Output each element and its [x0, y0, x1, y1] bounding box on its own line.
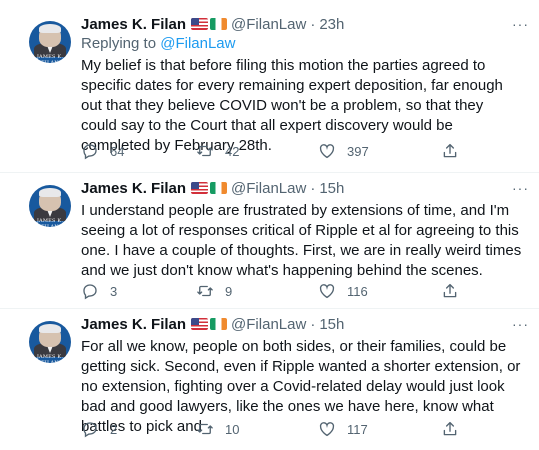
like-count: 397	[347, 143, 369, 159]
replying-to-label: Replying to	[81, 35, 161, 52]
reply-icon	[83, 422, 97, 438]
us-flag-icon	[191, 318, 209, 330]
reply-button[interactable]: 3	[81, 282, 117, 300]
like-button[interactable]: 117	[318, 420, 368, 438]
reply-count: 64	[110, 143, 125, 159]
retweet-count: 42	[225, 143, 240, 159]
like-button[interactable]: 116	[318, 282, 368, 300]
tweet-content: James K. Filan @FilanLaw · 15h For all w…	[81, 314, 521, 437]
retweet-icon	[197, 285, 213, 297]
author-handle[interactable]: @FilanLaw	[231, 16, 306, 33]
avatar-hair	[39, 24, 61, 33]
ireland-flag-icon	[210, 182, 228, 194]
retweet-icon	[197, 145, 213, 157]
tweet-content: James K. Filan @FilanLaw · 23h Replying …	[81, 14, 521, 156]
avatar[interactable]: JAMES K. FILAN	[29, 185, 71, 227]
author-name[interactable]: James K. Filan	[81, 180, 186, 197]
tweet-divider	[0, 172, 539, 173]
tweet-content: James K. Filan @FilanLaw · 15h I underst…	[81, 178, 521, 281]
retweet-icon	[197, 423, 213, 435]
avatar-brand-text: JAMES K. FILAN	[36, 54, 64, 63]
like-button[interactable]: 397	[318, 142, 369, 160]
separator-dot: ·	[310, 179, 316, 197]
separator-dot: ·	[310, 15, 316, 33]
heart-icon	[319, 422, 335, 437]
reply-count: 3	[110, 283, 118, 299]
tweet-text: I understand people are frustrated by ex…	[81, 202, 522, 279]
flag-emojis	[191, 18, 228, 30]
replying-to: Replying to @FilanLaw	[81, 35, 521, 55]
avatar-brand-text: JAMES K. FILAN	[36, 218, 64, 227]
author-handle[interactable]: @FilanLaw	[231, 316, 306, 333]
retweet-button[interactable]: 9	[196, 282, 232, 300]
author-handle[interactable]: @FilanLaw	[231, 180, 306, 197]
reply-icon	[83, 284, 97, 300]
timestamp[interactable]: 15h	[319, 316, 344, 333]
us-flag-icon	[191, 18, 209, 30]
avatar-hair	[39, 324, 61, 333]
tweet[interactable]: JAMES K. FILAN James K. Filan @FilanLaw …	[0, 314, 539, 450]
retweet-button[interactable]: 10	[196, 420, 239, 438]
more-icon[interactable]: ···	[512, 316, 529, 332]
retweet-button[interactable]: 42	[196, 142, 239, 160]
replying-to-link[interactable]: @FilanLaw	[160, 35, 235, 52]
heart-icon	[319, 284, 335, 299]
author-name[interactable]: James K. Filan	[81, 16, 186, 33]
reply-button[interactable]: 2	[81, 420, 117, 438]
tweet-text: My belief is that before filing this mot…	[81, 57, 503, 154]
share-button[interactable]	[441, 420, 459, 438]
tweet-header: James K. Filan @FilanLaw · 23h	[81, 14, 521, 34]
flag-emojis	[191, 318, 228, 330]
reply-count: 2	[110, 421, 118, 437]
heart-icon	[319, 144, 335, 159]
tweet[interactable]: JAMES K. FILAN James K. Filan @FilanLaw …	[0, 14, 539, 180]
share-icon	[443, 143, 457, 158]
more-icon[interactable]: ···	[512, 180, 529, 196]
tweet[interactable]: JAMES K. FILAN James K. Filan @FilanLaw …	[0, 178, 539, 312]
flag-emojis	[191, 182, 228, 194]
avatar[interactable]: JAMES K. FILAN	[29, 321, 71, 363]
separator-dot: ·	[310, 315, 316, 333]
ireland-flag-icon	[210, 18, 228, 30]
more-icon[interactable]: ···	[512, 16, 529, 32]
share-button[interactable]	[441, 282, 459, 300]
timestamp[interactable]: 23h	[319, 16, 344, 33]
tweet-divider	[0, 308, 539, 309]
reply-button[interactable]: 64	[81, 142, 124, 160]
retweet-count: 9	[225, 283, 233, 299]
retweet-count: 10	[225, 421, 240, 437]
tweet-header: James K. Filan @FilanLaw · 15h	[81, 314, 521, 334]
tweet-header: James K. Filan @FilanLaw · 15h	[81, 178, 521, 198]
avatar-brand-text: JAMES K. FILAN	[36, 354, 64, 363]
share-icon	[443, 421, 457, 436]
share-button[interactable]	[441, 142, 459, 160]
share-icon	[443, 283, 457, 298]
like-count: 116	[347, 283, 368, 299]
like-count: 117	[347, 421, 368, 437]
us-flag-icon	[191, 182, 209, 194]
ireland-flag-icon	[210, 318, 228, 330]
timestamp[interactable]: 15h	[319, 180, 344, 197]
avatar[interactable]: JAMES K. FILAN	[29, 21, 71, 63]
author-name[interactable]: James K. Filan	[81, 316, 186, 333]
reply-icon	[83, 144, 97, 160]
avatar-hair	[39, 188, 61, 197]
